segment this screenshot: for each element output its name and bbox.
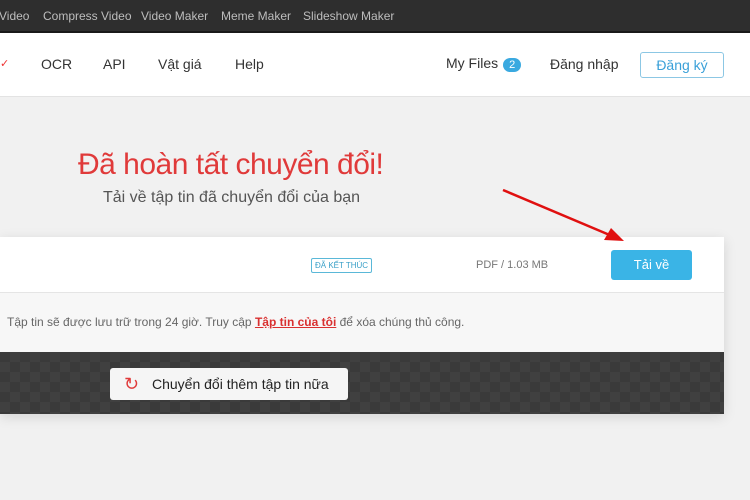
red-arrow-annotation — [502, 188, 624, 241]
